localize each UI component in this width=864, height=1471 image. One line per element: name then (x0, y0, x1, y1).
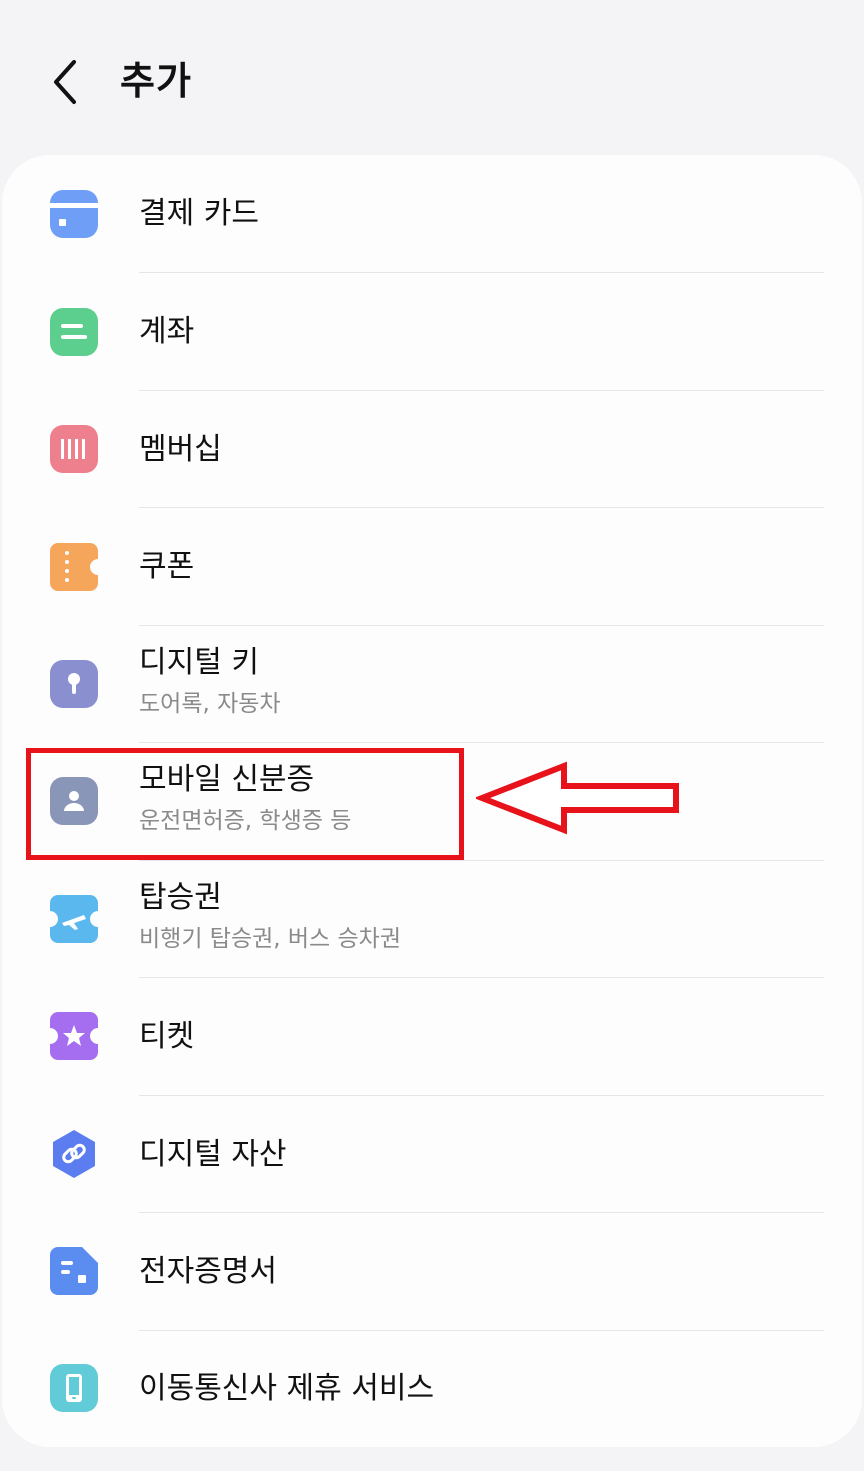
barcode-icon (50, 425, 98, 473)
item-subtitle: 도어록, 자동차 (139, 691, 281, 717)
chevron-left-icon[interactable] (42, 56, 90, 108)
list-item-account[interactable]: 계좌 (2, 273, 862, 391)
item-title: 멤버십 (139, 432, 222, 467)
list-item-coupon[interactable]: 쿠폰 (2, 508, 862, 626)
coupon-icon (50, 543, 98, 591)
list-item-digital-asset[interactable]: 디지털 자산 (2, 1096, 862, 1214)
item-title: 티켓 (139, 1019, 195, 1054)
list-item-membership[interactable]: 멤버십 (2, 391, 862, 509)
document-icon (50, 1247, 98, 1295)
star-ticket-icon (50, 1012, 98, 1060)
list-item-ticket[interactable]: 티켓 (2, 978, 862, 1096)
page-title: 추가 (120, 59, 192, 103)
item-title: 쿠폰 (139, 549, 195, 584)
airplane-ticket-icon (50, 895, 98, 943)
item-title: 결제 카드 (139, 196, 259, 231)
item-title: 전자증명서 (139, 1254, 277, 1289)
mobile-phone-icon (50, 1364, 98, 1412)
chain-link-icon (50, 1130, 98, 1178)
item-title: 탑승권 (139, 880, 222, 915)
key-icon (50, 660, 98, 708)
credit-card-icon (50, 190, 98, 238)
arrow-left-icon (476, 761, 679, 835)
item-title: 디지털 키 (139, 645, 259, 680)
list-item-carrier-service[interactable]: 이동통신사 제휴 서비스 (2, 1331, 862, 1449)
item-title: 계좌 (139, 314, 195, 349)
list-item-payment-card[interactable]: 결제 카드 (2, 155, 862, 273)
bank-account-icon (50, 308, 98, 356)
highlight-box (26, 748, 464, 860)
item-subtitle: 비행기 탑승권, 버스 승차권 (139, 926, 402, 952)
item-title: 이동통신사 제휴 서비스 (139, 1371, 435, 1406)
item-title: 디지털 자산 (139, 1137, 287, 1172)
list-item-boarding-pass[interactable]: 탑승권 비행기 탑승권, 버스 승차권 (2, 861, 862, 979)
app-header: 추가 (0, 0, 864, 155)
list-item-digital-key[interactable]: 디지털 키 도어록, 자동차 (2, 626, 862, 744)
list-item-e-certificate[interactable]: 전자증명서 (2, 1213, 862, 1331)
